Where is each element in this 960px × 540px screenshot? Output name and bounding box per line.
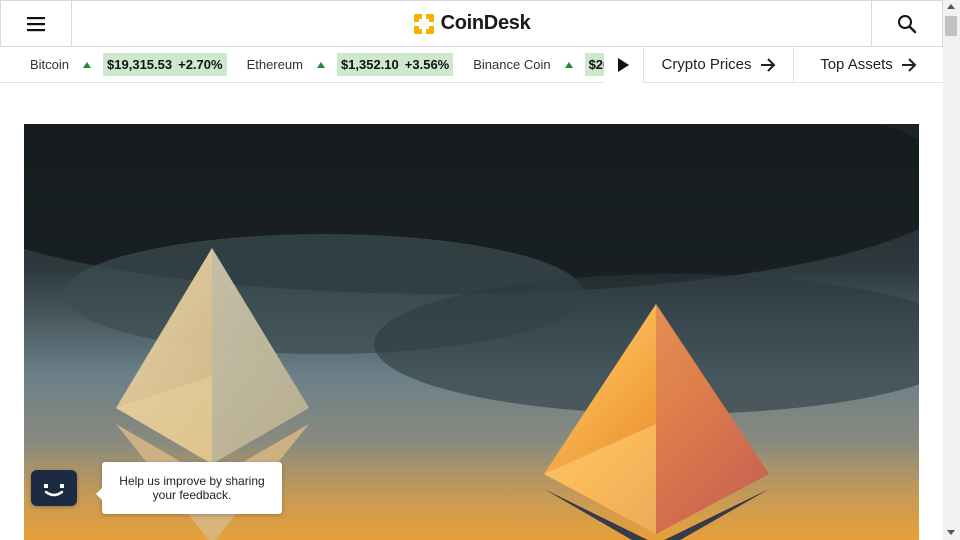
ticker-play-button[interactable]: [604, 46, 644, 83]
ticker-change: +3.56%: [404, 57, 450, 72]
feedback-prompt-bubble[interactable]: Help us improve by sharing your feedback…: [96, 462, 282, 514]
scroll-up-arrow-icon[interactable]: [947, 4, 955, 9]
ticker-item-bitcoin[interactable]: Bitcoin $19,315.53 +2.70%: [0, 47, 227, 83]
ticker-track: Bitcoin $19,315.53 +2.70% Ethereum $1,352…: [0, 47, 604, 83]
arrow-right-icon: [901, 57, 917, 72]
hamburger-menu-icon: [27, 16, 45, 31]
up-arrow-icon: [83, 61, 92, 68]
menu-button[interactable]: [1, 1, 72, 46]
ticker-item-binance-coin[interactable]: Binance Coin $268.15: [453, 47, 604, 83]
ticker-change: +2.70%: [178, 57, 223, 72]
ticker-item-ethereum[interactable]: Ethereum $1,352.10 +3.56%: [227, 47, 454, 83]
up-arrow-icon: [564, 61, 573, 68]
price-ticker: Bitcoin $19,315.53 +2.70% Ethereum $1,352…: [0, 46, 943, 83]
scrollbar-thumb[interactable]: [945, 16, 957, 36]
crypto-prices-link[interactable]: Crypto Prices: [644, 46, 794, 83]
ticker-price: $1,352.10: [340, 57, 399, 72]
ticker-price: $268.15: [588, 57, 604, 72]
ticker-price-badge: $19,315.53 +2.70%: [103, 53, 227, 76]
feedback-prompt-text: Help us improve by sharing your feedback…: [119, 474, 265, 502]
ticker-name: Bitcoin: [30, 57, 70, 72]
arrow-right-icon: [760, 57, 775, 72]
ticker-price-badge: $1,352.10 +3.56%: [336, 53, 454, 76]
scroll-down-arrow-icon[interactable]: [947, 530, 955, 535]
page: CoinDesk Bitcoin $19,315.53 +2.70% Ethere…: [0, 0, 960, 540]
crypto-prices-label: Crypto Prices: [661, 56, 752, 73]
page-scrollbar[interactable]: [943, 0, 960, 540]
search-button[interactable]: [871, 1, 942, 46]
smiley-bot-icon: [44, 484, 64, 497]
top-assets-label: Top Assets: [820, 56, 893, 73]
site-header: CoinDesk: [0, 0, 943, 47]
coindesk-logo-icon: [413, 13, 434, 34]
play-icon: [618, 57, 629, 72]
top-assets-link[interactable]: Top Assets: [794, 47, 943, 83]
ticker-name: Binance Coin: [473, 57, 551, 72]
up-arrow-icon: [316, 61, 325, 68]
ticker-price-badge: $268.15: [584, 53, 604, 76]
logo-text: CoinDesk: [440, 12, 531, 34]
feedback-bot-button[interactable]: [31, 470, 77, 506]
ticker-name: Ethereum: [246, 57, 303, 72]
ticker-price: $19,315.53: [107, 57, 173, 72]
coindesk-logo[interactable]: CoinDesk: [72, 1, 871, 46]
search-icon: [898, 14, 917, 33]
